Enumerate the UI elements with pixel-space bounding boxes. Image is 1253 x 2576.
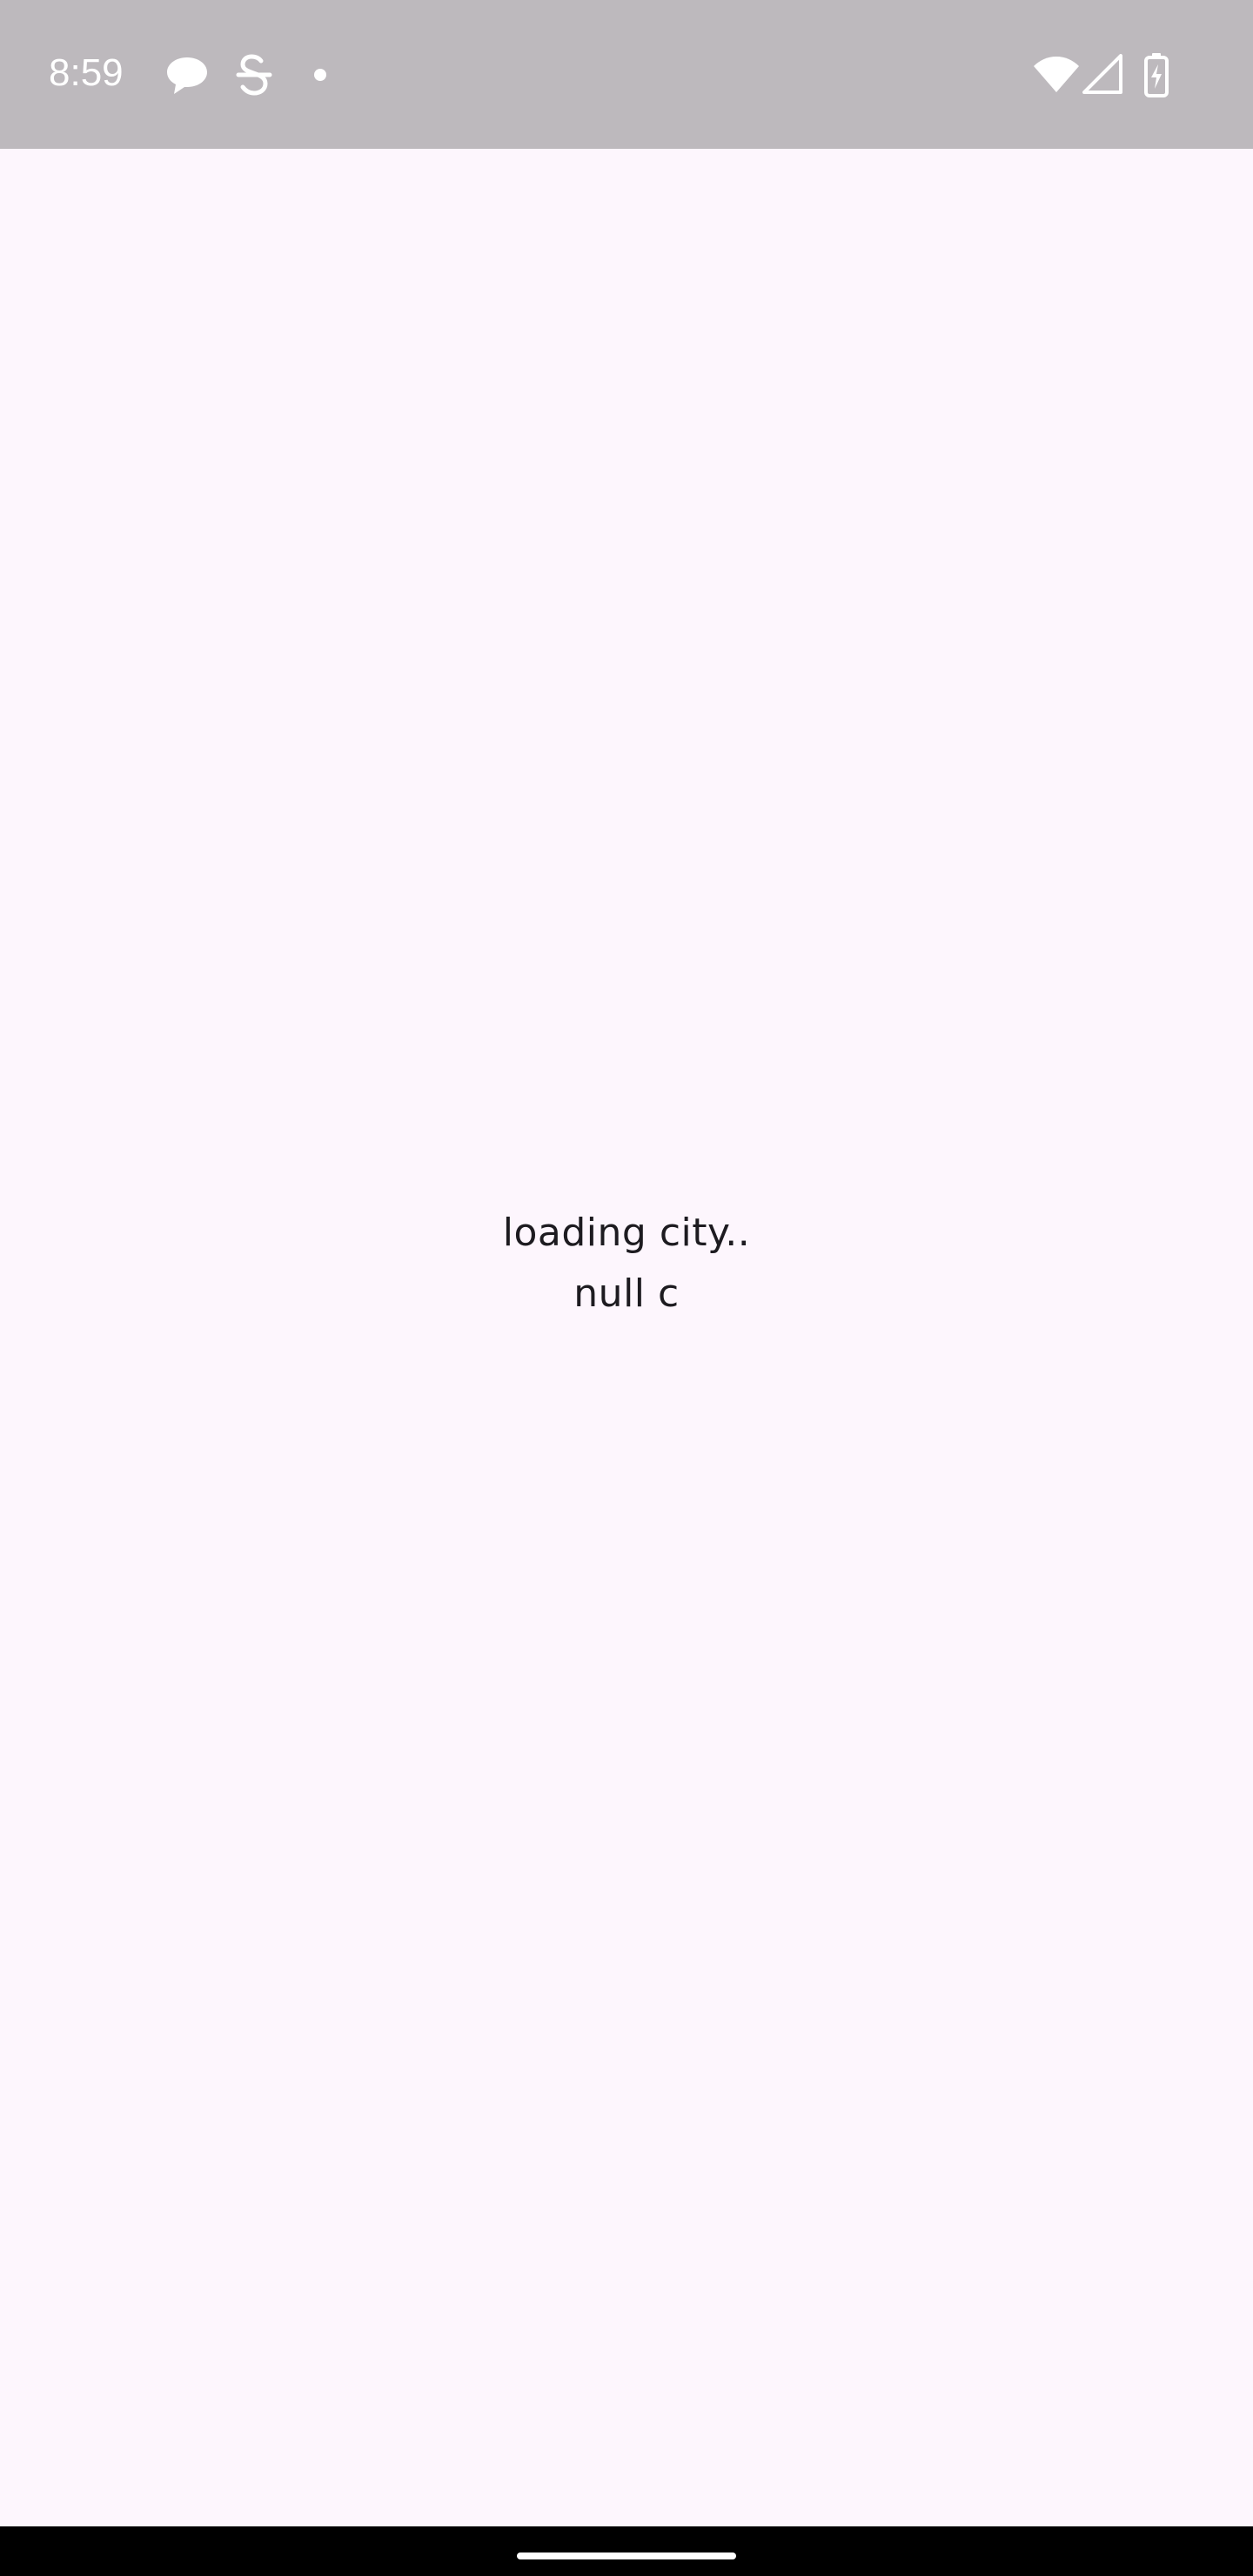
dot-icon bbox=[314, 69, 326, 81]
navigation-bar bbox=[0, 2526, 1253, 2576]
status-time: 8:59 bbox=[49, 51, 124, 94]
signal-icon bbox=[1082, 54, 1122, 94]
s-app-icon bbox=[236, 54, 272, 96]
battery-charging-icon bbox=[1144, 53, 1169, 97]
loading-city-text: loading city.. bbox=[502, 1211, 751, 1255]
status-bar: 8:59 bbox=[0, 0, 1253, 149]
wifi-icon bbox=[1034, 57, 1079, 92]
main-content: loading city.. null c bbox=[0, 149, 1253, 2526]
app-screen: 8:59 loading city.. null c bbox=[0, 0, 1253, 2576]
city-value-text: null c bbox=[573, 1271, 680, 1316]
home-gesture-handle[interactable] bbox=[517, 2553, 736, 2559]
chat-bubble-icon bbox=[167, 57, 207, 94]
